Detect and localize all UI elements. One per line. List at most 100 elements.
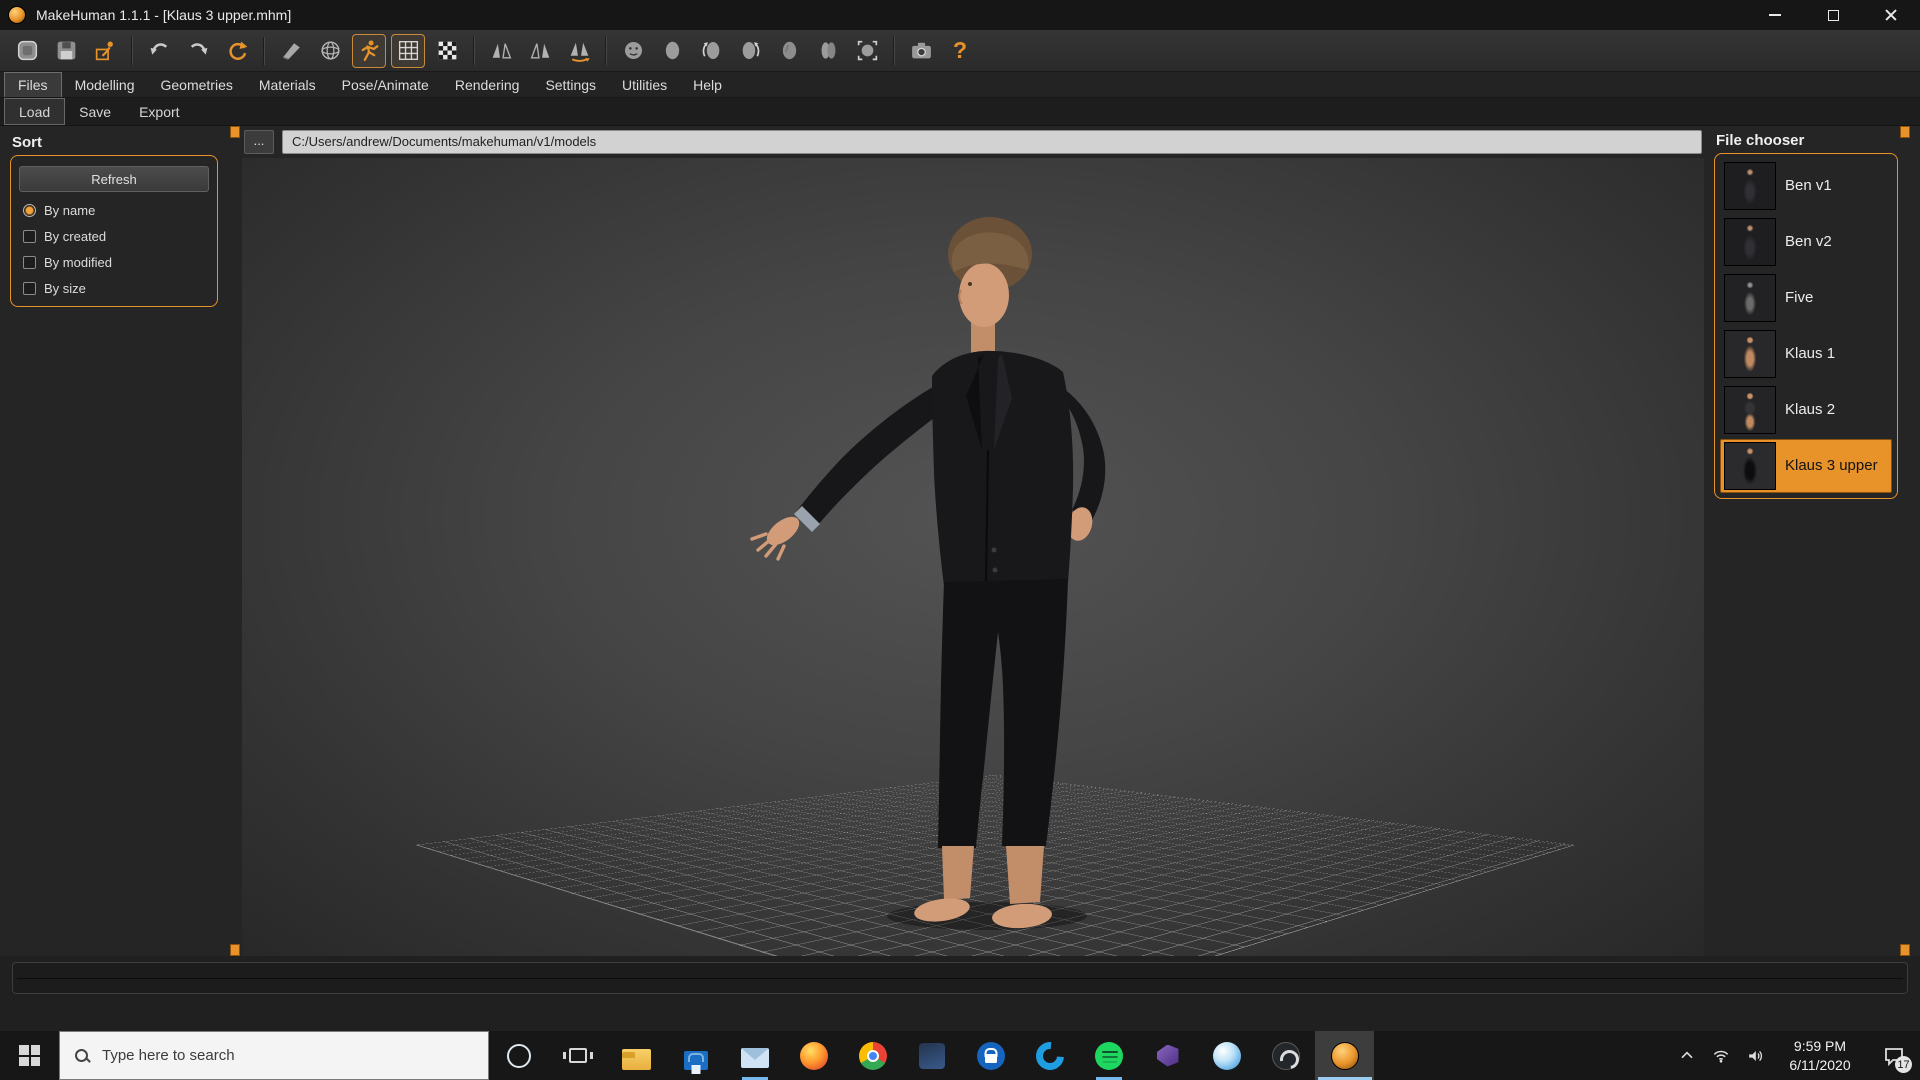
subtab-export[interactable]: Export [125,98,193,125]
symmetry-icon[interactable] [562,34,596,68]
splitter-grip-icon[interactable] [1900,126,1910,138]
tab-geometries[interactable]: Geometries [148,72,246,97]
taskbar-media-app[interactable] [902,1031,961,1080]
sort-group-box: Refresh By name By created By modified B… [10,155,218,307]
background-checker-icon[interactable] [430,34,464,68]
taskbar-makehuman[interactable] [1315,1031,1374,1080]
head-top-view-icon[interactable] [811,34,845,68]
splitter-grip-icon[interactable] [230,126,240,138]
sort-by-name-radio[interactable]: By name [19,203,209,218]
window-title: MakeHuman 1.1.1 - [Klaus 3 upper.mhm] [36,7,291,23]
file-item-klaus-2[interactable]: Klaus 2 [1720,383,1892,437]
head-front-view-icon[interactable] [655,34,689,68]
viewport-3d[interactable] [242,158,1704,956]
taskbar-chrome[interactable] [843,1031,902,1080]
tab-utilities[interactable]: Utilities [609,72,680,97]
sort-by-modified-radio[interactable]: By modified [19,255,209,270]
splitter-grip-icon[interactable] [1900,944,1910,956]
taskbar-mail[interactable] [725,1031,784,1080]
save-icon[interactable] [49,34,83,68]
file-item-five[interactable]: Five [1720,271,1892,325]
start-button[interactable] [0,1031,59,1080]
taskbar-file-explorer[interactable] [607,1031,666,1080]
lock-app-icon [977,1042,1005,1070]
help-icon[interactable]: ? [943,34,977,68]
spotify-icon [1095,1042,1123,1070]
minimize-button[interactable] [1746,0,1804,30]
radio-icon [23,282,36,295]
tab-help[interactable]: Help [680,72,735,97]
subtab-save[interactable]: Save [65,98,125,125]
path-bar[interactable]: C:/Users/andrew/Documents/makehuman/v1/m… [282,130,1702,154]
model-thumbnail [1724,274,1776,322]
browse-button[interactable]: ... [244,130,274,154]
file-item-label: Five [1785,290,1813,307]
taskbar-edge[interactable] [1020,1031,1079,1080]
obs-icon [1272,1042,1300,1070]
taskbar-spotify[interactable] [1079,1031,1138,1080]
taskbar-obs[interactable] [1256,1031,1315,1080]
network-button[interactable] [1704,1031,1738,1080]
sort-panel-title: Sort [10,132,218,155]
file-item-klaus-3-upper[interactable]: Klaus 3 upper [1720,439,1892,493]
splitter-grip-icon[interactable] [230,944,240,956]
hidden-icons-button[interactable] [1670,1031,1704,1080]
symmetry-right-icon[interactable] [484,34,518,68]
sub-tab-bar: Load Save Export [0,98,1920,126]
right-splitter[interactable] [1898,126,1912,956]
tab-files[interactable]: Files [4,72,62,97]
taskbar-firefox[interactable] [784,1031,843,1080]
tab-modelling[interactable]: Modelling [62,72,148,97]
file-item-ben-v2[interactable]: Ben v2 [1720,215,1892,269]
new-icon[interactable] [10,34,44,68]
human-model[interactable] [242,158,1704,956]
file-item-klaus-1[interactable]: Klaus 1 [1720,327,1892,381]
minimize-icon [1769,14,1781,16]
refresh-button[interactable]: Refresh [19,166,209,192]
reload-icon[interactable] [220,34,254,68]
redo-icon[interactable] [181,34,215,68]
wireframe-icon[interactable] [313,34,347,68]
file-item-ben-v1[interactable]: Ben v1 [1720,159,1892,213]
pose-icon[interactable] [352,34,386,68]
tab-materials[interactable]: Materials [246,72,329,97]
tab-pose-animate[interactable]: Pose/Animate [329,72,442,97]
face-view-icon[interactable] [616,34,650,68]
symmetry-left-icon[interactable] [523,34,557,68]
head-side-view-icon[interactable] [772,34,806,68]
sort-by-created-radio[interactable]: By created [19,229,209,244]
file-chooser-title: File chooser [1714,132,1898,153]
left-splitter[interactable] [228,126,242,956]
action-center-button[interactable]: 17 [1868,1031,1920,1080]
grid-icon[interactable] [391,34,425,68]
subtab-load[interactable]: Load [4,98,65,125]
windows-logo-icon [19,1045,40,1066]
rotate-left-view-icon[interactable] [694,34,728,68]
focus-view-icon[interactable] [850,34,884,68]
load-icon[interactable] [88,34,122,68]
taskbar-visual-studio[interactable] [1138,1031,1197,1080]
screenshot-icon[interactable] [904,34,938,68]
cortana-button[interactable] [489,1031,548,1080]
close-button[interactable] [1862,0,1920,30]
makehuman-window: MakeHuman 1.1.1 - [Klaus 3 upper.mhm] ? … [0,0,1920,1080]
taskbar-globe-app[interactable] [1197,1031,1256,1080]
rotate-right-view-icon[interactable] [733,34,767,68]
toolbar-separator [893,37,895,65]
tab-rendering[interactable]: Rendering [442,72,533,97]
sort-by-size-radio[interactable]: By size [19,281,209,296]
volume-button[interactable] [1738,1031,1772,1080]
speaker-icon [1745,1046,1765,1066]
radio-icon [23,256,36,269]
taskbar-clock[interactable]: 9:59 PM 6/11/2020 [1772,1037,1868,1075]
tab-settings[interactable]: Settings [532,72,609,97]
taskbar-search[interactable] [59,1031,489,1080]
taskbar-lock-app[interactable] [961,1031,1020,1080]
undo-icon[interactable] [142,34,176,68]
taskbar-store[interactable] [666,1031,725,1080]
task-view-button[interactable] [548,1031,607,1080]
maximize-button[interactable] [1804,0,1862,30]
clock-time: 9:59 PM [1772,1037,1868,1056]
search-input[interactable] [102,1047,474,1064]
smooth-icon[interactable] [274,34,308,68]
